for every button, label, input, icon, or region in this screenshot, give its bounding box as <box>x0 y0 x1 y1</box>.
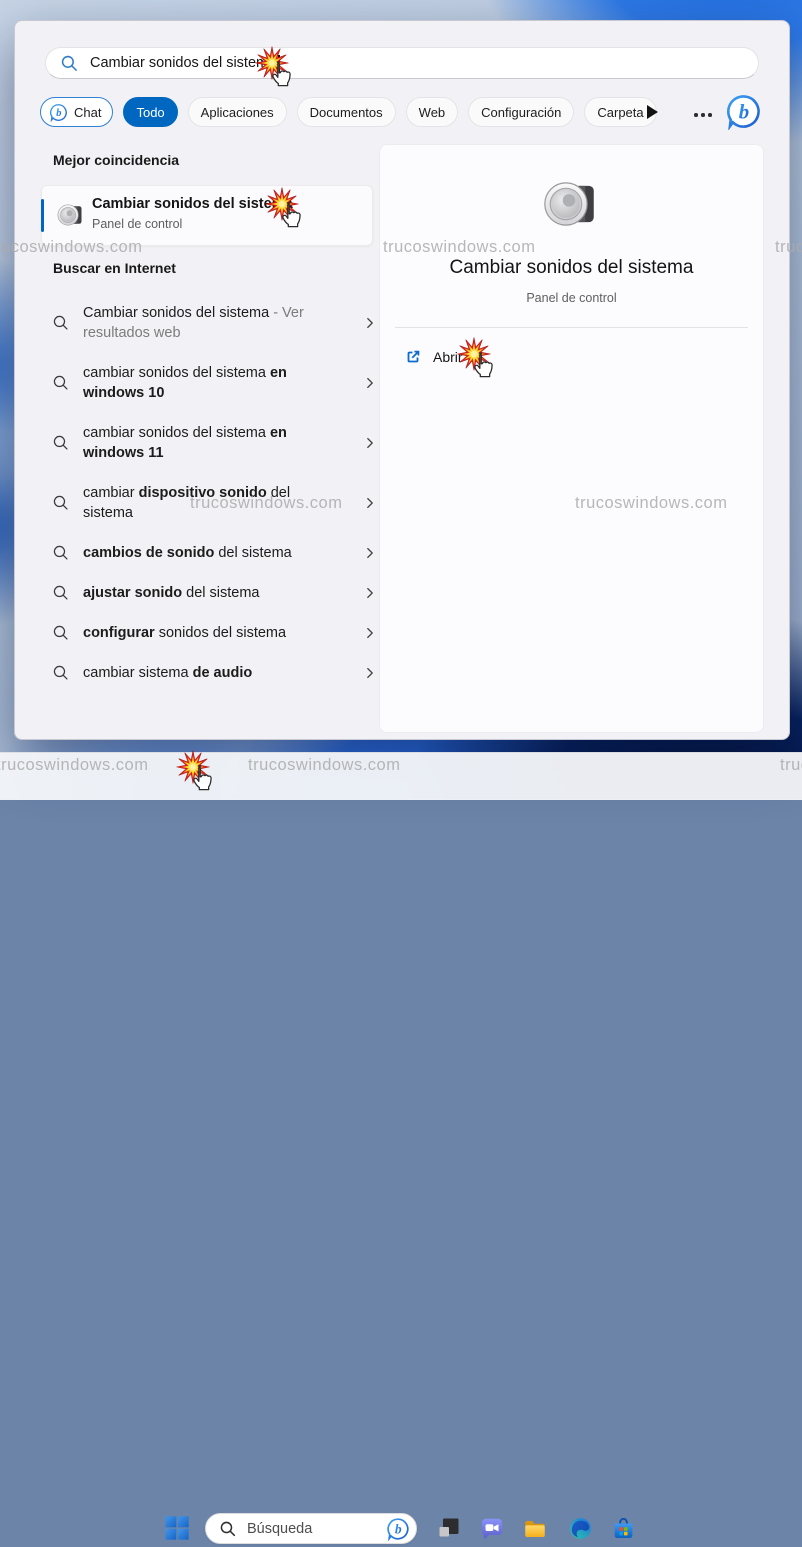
chevron-right-icon <box>363 496 377 510</box>
teams-chat-icon[interactable] <box>479 1516 505 1542</box>
speaker-icon <box>543 175 601 233</box>
suggestion-text: ajustar sonido del sistema <box>83 583 259 603</box>
scroll-right-icon[interactable] <box>647 105 658 119</box>
search-icon <box>51 374 71 392</box>
suggestion-text: Cambiar sonidos del sistema - Ver result… <box>83 303 335 343</box>
chevron-right-icon <box>363 376 377 390</box>
search-icon <box>51 494 71 512</box>
store-icon[interactable] <box>611 1516 637 1542</box>
speaker-icon <box>57 201 85 229</box>
filter-configuración[interactable]: Configuración <box>468 97 574 127</box>
search-flyout-panel: Cambiar sonidos del sistema b Chat Todo Apl… <box>14 20 790 740</box>
filter-todo[interactable]: Todo <box>123 97 177 127</box>
divider <box>395 327 748 328</box>
best-match-title: Cambiar sonidos del sistema <box>92 196 293 212</box>
chevron-right-icon <box>363 586 377 600</box>
search-suggestion[interactable]: ajustar sonido del sistema <box>41 573 381 613</box>
taskbar-search-box[interactable]: Búsqueda b <box>205 1513 417 1544</box>
filter-label: Aplicaciones <box>201 105 274 120</box>
search-suggestion[interactable]: cambiar sonidos del sistema en windows 1… <box>41 413 381 473</box>
chevron-right-icon <box>363 546 377 560</box>
edge-glyph <box>568 1516 593 1541</box>
search-icon <box>51 544 71 562</box>
suggestion-text: cambiar sonidos del sistema en windows 1… <box>83 363 335 403</box>
bing-icon: b <box>725 93 762 130</box>
web-suggestions: Cambiar sonidos del sistema - Ver result… <box>41 293 381 693</box>
chevron-right-icon <box>363 626 377 640</box>
filter-chat[interactable]: b Chat <box>40 97 113 127</box>
web-search-heading: Buscar en Internet <box>53 260 176 276</box>
task-view-glyph <box>437 1516 461 1540</box>
search-query-text: Cambiar sonidos del sistema <box>90 55 276 71</box>
filter-label: Documentos <box>310 105 383 120</box>
svg-text:b: b <box>56 107 62 119</box>
folder-glyph <box>522 1516 548 1542</box>
search-icon <box>51 434 71 452</box>
chevron-right-icon <box>363 316 377 330</box>
task-view-icon[interactable] <box>437 1516 463 1542</box>
filter-pills: b Chat Todo Aplicaciones Documentos Web Config… <box>40 97 657 127</box>
text-caret <box>278 55 280 72</box>
file-explorer-icon[interactable] <box>522 1516 548 1542</box>
search-icon <box>51 664 71 682</box>
bing-icon: b <box>386 1517 410 1541</box>
filter-label: Carpeta <box>597 105 643 120</box>
more-filters-button[interactable] <box>691 110 715 120</box>
edge-icon[interactable] <box>568 1516 594 1542</box>
suggestion-text: cambiar sonidos del sistema en windows 1… <box>83 423 335 463</box>
filter-label: Chat <box>74 105 101 120</box>
store-glyph <box>611 1516 636 1541</box>
windows-logo-icon <box>163 1514 191 1542</box>
open-action[interactable]: Abrir <box>404 348 463 366</box>
bing-chat-button[interactable]: b <box>725 93 763 131</box>
search-suggestion[interactable]: cambiar sonidos del sistema en windows 1… <box>41 353 381 413</box>
filter-label: Todo <box>136 105 164 120</box>
search-suggestion[interactable]: cambios de sonido del sistema <box>41 533 381 573</box>
filter-label: Configuración <box>481 105 561 120</box>
filter-aplicaciones[interactable]: Aplicaciones <box>188 97 287 127</box>
filter-carpeta[interactable]: Carpeta <box>584 97 656 127</box>
search-suggestion[interactable]: configurar sonidos del sistema <box>41 613 381 653</box>
suggestion-text: cambiar dispositivo sonido del sistema <box>83 483 335 523</box>
preview-title: Cambiar sonidos del sistema <box>380 257 763 279</box>
filter-documentos[interactable]: Documentos <box>297 97 396 127</box>
search-icon <box>51 624 71 642</box>
best-match-subtitle: Panel de control <box>92 217 182 231</box>
selection-accent-bar <box>41 199 44 232</box>
chevron-right-icon <box>363 436 377 450</box>
filter-web[interactable]: Web <box>406 97 459 127</box>
search-input[interactable]: Cambiar sonidos del sistema <box>45 47 759 79</box>
svg-text:b: b <box>395 1521 402 1536</box>
bing-icon: b <box>386 1517 410 1541</box>
search-icon <box>219 1520 237 1538</box>
start-button[interactable] <box>163 1514 193 1544</box>
svg-text:b: b <box>739 100 749 124</box>
taskbar-search-placeholder: Búsqueda <box>247 1521 386 1537</box>
filter-label: Web <box>419 105 446 120</box>
chevron-right-icon <box>363 666 377 680</box>
search-icon <box>51 584 71 602</box>
suggestion-text: cambios de sonido del sistema <box>83 543 292 563</box>
bing-icon: b <box>49 103 68 122</box>
preview-pane: Cambiar sonidos del sistema Panel de con… <box>379 144 764 733</box>
best-match-result[interactable]: Cambiar sonidos del sistema Panel de con… <box>41 185 373 246</box>
teams-chat-glyph <box>479 1516 505 1542</box>
taskbar: Búsqueda b <box>0 752 802 800</box>
speaker-icon-large <box>543 175 601 238</box>
search-suggestion[interactable]: cambiar dispositivo sonido del sistema <box>41 473 381 533</box>
open-external-icon <box>404 348 422 366</box>
search-icon <box>60 54 79 73</box>
best-match-heading: Mejor coincidencia <box>53 152 179 168</box>
suggestion-text: cambiar sistema de audio <box>83 663 252 683</box>
search-suggestion[interactable]: cambiar sistema de audio <box>41 653 381 693</box>
suggestion-text: configurar sonidos del sistema <box>83 623 286 643</box>
preview-subtitle: Panel de control <box>380 291 763 305</box>
open-action-label: Abrir <box>433 349 463 365</box>
speaker-icon <box>57 201 85 234</box>
search-icon <box>51 314 71 332</box>
search-suggestion[interactable]: Cambiar sonidos del sistema - Ver result… <box>41 293 381 353</box>
